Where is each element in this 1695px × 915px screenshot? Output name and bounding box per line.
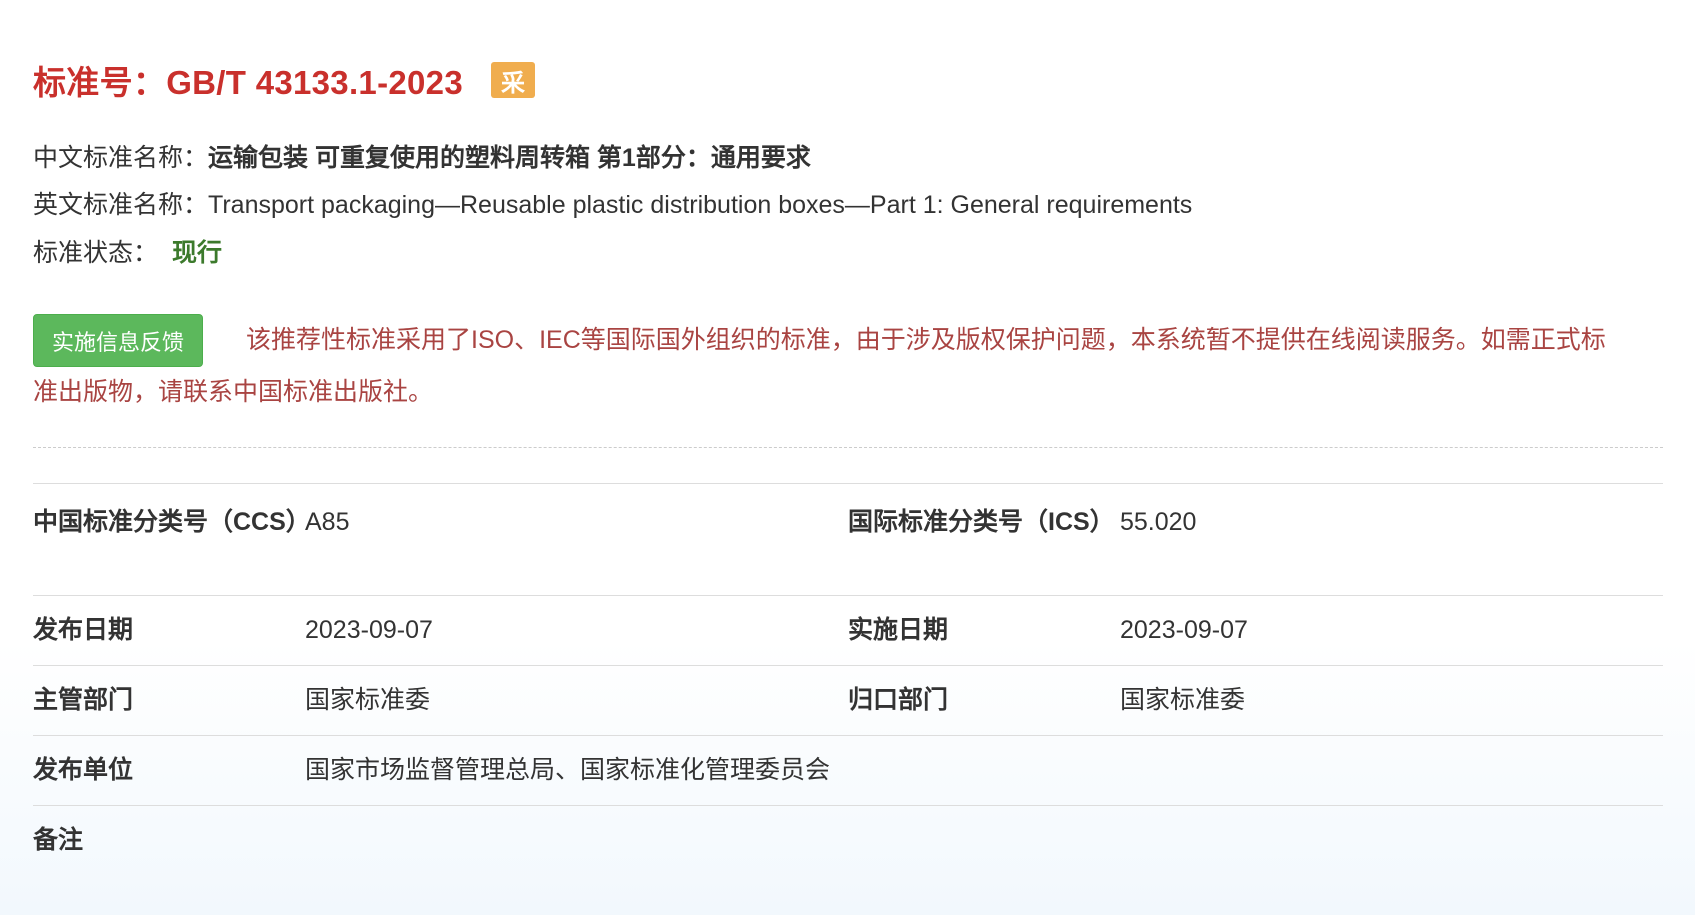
publish-date-value: 2023-09-07: [305, 595, 848, 666]
publisher-label: 发布单位: [33, 735, 305, 806]
remarks-value: [305, 805, 1663, 875]
publish-date-label: 发布日期: [33, 595, 305, 666]
ics-value: 55.020: [1120, 483, 1663, 596]
table-row: 发布单位 国家市场监督管理总局、国家标准化管理委员会: [33, 735, 1663, 806]
cn-name-row: 中文标准名称：运输包装 可重复使用的塑料周转箱 第1部分：通用要求: [33, 140, 811, 176]
en-name-value: Transport packaging—Reusable plastic dis…: [208, 191, 1193, 219]
standard-number: GB/T 43133.1-2023: [166, 64, 463, 101]
ccs-label: 中国标准分类号（CCS）: [33, 483, 311, 596]
adopted-badge: 采: [491, 62, 535, 98]
cn-name-label: 中文标准名称：: [33, 144, 209, 172]
status-value: 现行: [172, 239, 223, 267]
table-row: 发布日期 2023-09-07 实施日期 2023-09-07: [33, 595, 1663, 666]
remarks-label: 备注: [33, 805, 305, 875]
status-label: 标准状态：: [33, 239, 159, 267]
table-row: 中国标准分类号（CCS） A85 国际标准分类号（ICS） 55.020: [33, 483, 1663, 596]
title-prefix: 标准号：: [33, 64, 167, 101]
publisher-value: 国家市场监督管理总局、国家标准化管理委员会: [305, 735, 1663, 806]
feedback-button[interactable]: 实施信息反馈: [33, 314, 203, 367]
authority-label: 主管部门: [33, 665, 305, 736]
implement-date-label: 实施日期: [848, 595, 1120, 666]
standard-detail-page: 标准号：GB/T 43133.1-2023 采 中文标准名称：运输包装 可重复使…: [33, 0, 1663, 915]
en-name-row: 英文标准名称：Transport packaging—Reusable plas…: [33, 187, 1192, 223]
authority-value: 国家标准委: [305, 665, 848, 736]
title-row: 标准号：GB/T 43133.1-2023 采: [33, 56, 535, 104]
ics-label: 国际标准分类号（ICS）: [848, 483, 1120, 596]
implement-date-value: 2023-09-07: [1120, 595, 1663, 666]
table-row: 备注: [33, 805, 1663, 875]
en-name-label: 英文标准名称：: [33, 191, 209, 219]
admin-label: 归口部门: [848, 665, 1120, 736]
section-divider: [33, 447, 1663, 448]
admin-value: 国家标准委: [1120, 665, 1663, 736]
table-row: 主管部门 国家标准委 归口部门 国家标准委: [33, 665, 1663, 736]
cn-name-value: 运输包装 可重复使用的塑料周转箱 第1部分：通用要求: [208, 144, 811, 172]
detail-table: 中国标准分类号（CCS） A85 国际标准分类号（ICS） 55.020 发布日…: [33, 483, 1663, 875]
status-row: 标准状态： 现行: [33, 235, 222, 271]
copyright-notice: 该推荐性标准采用了ISO、IEC等国际国外组织的标准，由于涉及版权保护问题，本系…: [33, 326, 1606, 406]
ccs-value: A85: [305, 483, 848, 596]
page-title: 标准号：GB/T 43133.1-2023: [33, 56, 463, 104]
